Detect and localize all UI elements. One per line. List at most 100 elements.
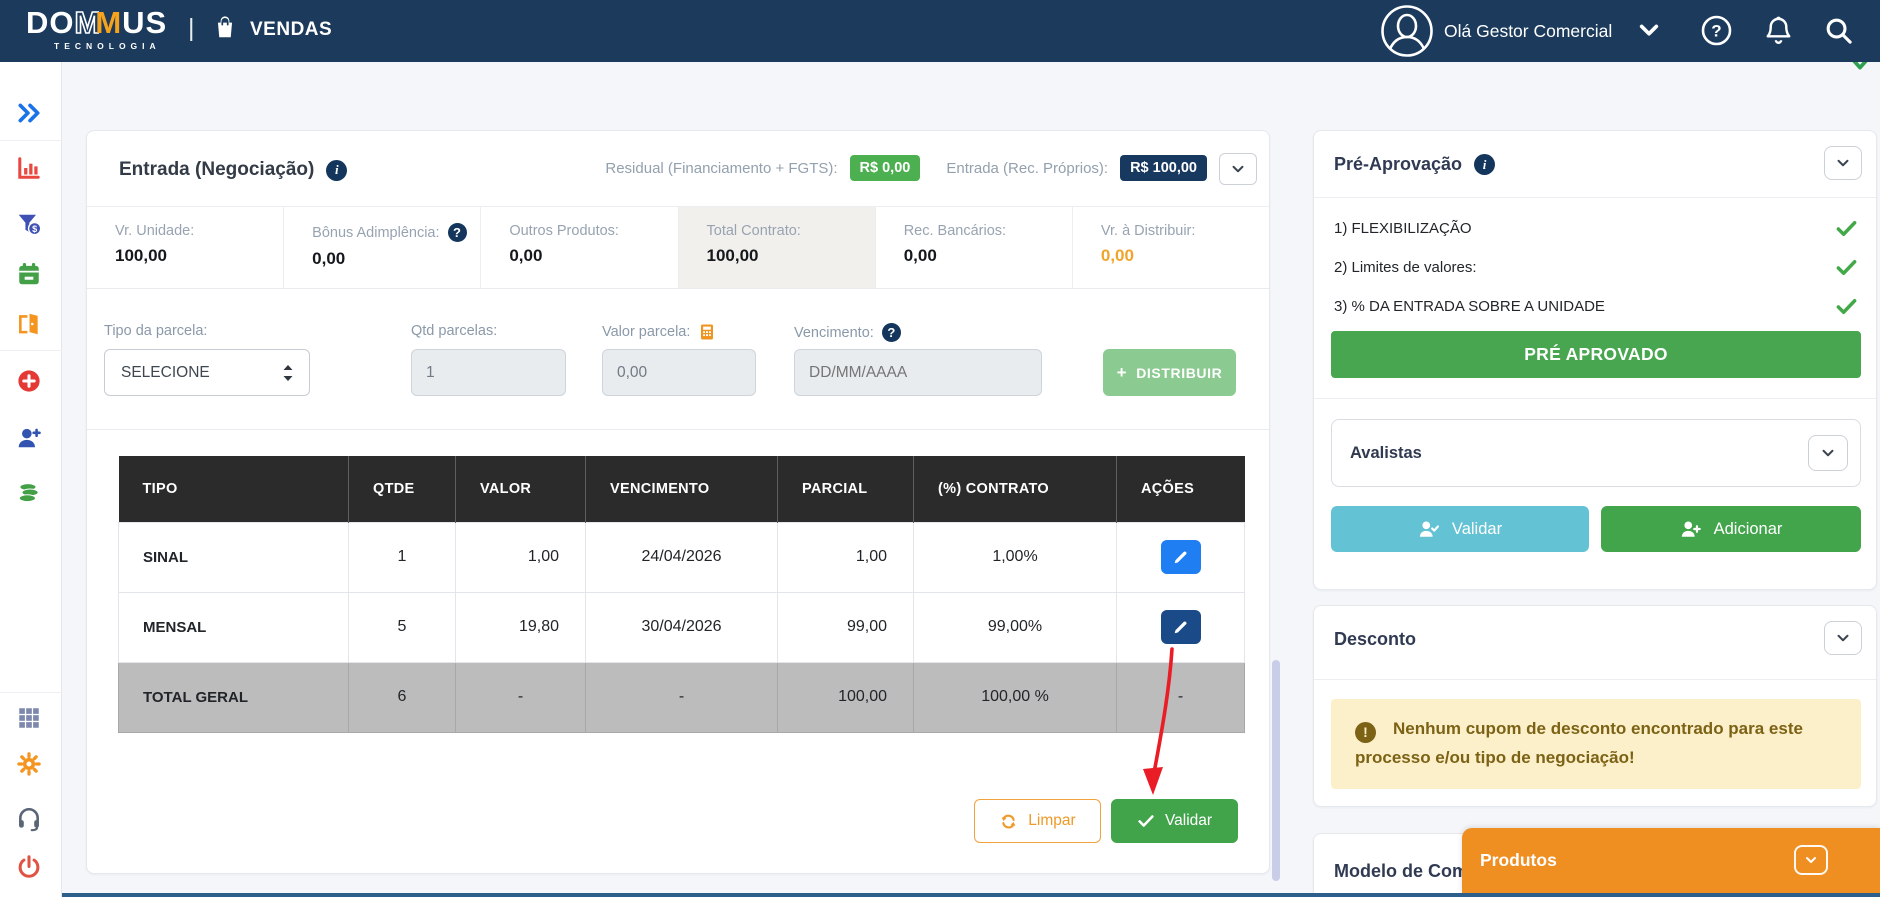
- power-icon[interactable]: [15, 853, 42, 880]
- divider: [1314, 679, 1876, 680]
- avalistas-box: Avalistas: [1331, 419, 1861, 487]
- stat-vr-unidade: Vr. Unidade: 100,00: [87, 207, 284, 288]
- residual-label: Residual (Financiamento + FGTS):: [605, 160, 837, 177]
- tipo-parcela-label: Tipo da parcela:: [104, 323, 207, 339]
- sidebar-divider: [0, 692, 62, 693]
- module-label: VENDAS: [250, 19, 332, 41]
- chevron-down-icon: [1803, 852, 1819, 868]
- select-arrows-icon: [281, 364, 295, 382]
- person-check-icon: [1418, 518, 1440, 540]
- valor-parcela-input[interactable]: [602, 349, 756, 396]
- info-icon[interactable]: i: [1474, 154, 1495, 175]
- qtd-parcelas-input[interactable]: [411, 349, 566, 396]
- desconto-title: Desconto: [1334, 629, 1416, 650]
- modelo-comissao-title: Modelo de Comis: [1334, 861, 1483, 882]
- chevron-down-icon[interactable]: [1638, 22, 1660, 45]
- vencimento-label: Vencimento: ?: [794, 323, 901, 342]
- entrada-badges: Residual (Financiamento + FGTS): R$ 0,00…: [605, 155, 1207, 181]
- vencimento-input[interactable]: [794, 349, 1042, 396]
- warning-icon: !: [1355, 722, 1376, 743]
- col-valor: VALOR: [456, 456, 586, 522]
- checkmark-icon: [1835, 217, 1858, 240]
- entrada-collapse-button[interactable]: [1219, 153, 1257, 185]
- help-icon[interactable]: ?: [1701, 15, 1732, 51]
- search-icon[interactable]: [1823, 15, 1854, 51]
- door-exit-icon[interactable]: [15, 310, 42, 337]
- funnel-money-icon[interactable]: $: [15, 210, 42, 237]
- help-circle-icon[interactable]: ?: [882, 323, 901, 342]
- edit-sinal-button[interactable]: [1161, 540, 1201, 574]
- stat-rec-bancarios: Rec. Bancários: 0,00: [876, 207, 1073, 288]
- bar-chart-icon[interactable]: [15, 154, 42, 181]
- stat-vr-a-distribuir: Vr. à Distribuir: 0,00: [1073, 207, 1269, 288]
- checkmark-icon: [1835, 295, 1858, 318]
- desconto-collapse-button[interactable]: [1824, 621, 1862, 655]
- desconto-warning-alert: !Nenhum cupom de desconto encontrado par…: [1331, 699, 1861, 789]
- produtos-collapse-button[interactable]: [1794, 845, 1828, 875]
- logo-text: DOMMUS: [26, 5, 167, 40]
- rec-proprios-label: Entrada (Rec. Próprios):: [946, 160, 1108, 177]
- table-row-mensal: MENSAL 5 19,80 30/04/2026 99,00 99,00%: [119, 592, 1245, 662]
- edit-mensal-button[interactable]: [1161, 610, 1201, 644]
- divider: [1314, 398, 1876, 399]
- calculator-icon[interactable]: [698, 323, 716, 341]
- rec-proprios-value-badge: R$ 100,00: [1120, 155, 1207, 181]
- sidebar-divider: [0, 140, 62, 141]
- stat-outros-produtos: Outros Produtos: 0,00: [481, 207, 678, 288]
- validar-parcelas-button[interactable]: Validar: [1111, 799, 1238, 843]
- qtd-parcelas-label: Qtd parcelas:: [411, 323, 497, 339]
- help-circle-icon[interactable]: ?: [448, 223, 467, 242]
- person-plus-icon[interactable]: [15, 424, 42, 451]
- user-greeting[interactable]: Olá Gestor Comercial: [1444, 21, 1612, 42]
- logo-tagline: TECNOLOGIA: [26, 42, 167, 51]
- pencil-icon: [1172, 619, 1189, 636]
- entrada-header: Entrada (Negociação) i Residual (Financi…: [87, 131, 1269, 207]
- valor-parcela-label: Valor parcela:: [602, 323, 716, 341]
- tipo-parcela-select[interactable]: SELECIONE: [104, 349, 310, 396]
- plus-icon: +: [1117, 363, 1128, 383]
- gear-icon[interactable]: [15, 750, 42, 777]
- table-row-total-geral: TOTAL GERAL 6 - - 100,00 100,00 % -: [119, 662, 1245, 732]
- produtos-title: Produtos: [1480, 850, 1557, 871]
- headset-icon[interactable]: [15, 805, 42, 832]
- dommus-logo[interactable]: DOMMUS TECNOLOGIA: [26, 7, 167, 51]
- sidebar-divider: [0, 350, 62, 351]
- checkmark-icon: [1835, 256, 1858, 279]
- entrada-negociacao-card: Entrada (Negociação) i Residual (Financi…: [86, 130, 1270, 874]
- desconto-header: Desconto: [1314, 606, 1876, 672]
- svg-text:?: ?: [1711, 22, 1721, 41]
- table-header-row: TIPO QTDE VALOR VENCIMENTO PARCIAL (%) C…: [119, 456, 1245, 522]
- col-tipo: TIPO: [119, 456, 349, 522]
- person-plus-icon: [1680, 518, 1702, 540]
- avalistas-adicionar-button[interactable]: Adicionar: [1601, 506, 1861, 552]
- pre-aprovacao-collapse-button[interactable]: [1824, 146, 1862, 180]
- check-item-limites: 2) Limites de valores:: [1334, 248, 1858, 287]
- pre-aprovado-status-button[interactable]: PRÉ APROVADO: [1331, 331, 1861, 378]
- col-contrato: (%) CONTRATO: [914, 456, 1117, 522]
- desconto-card: Desconto !Nenhum cupom de desconto encon…: [1313, 605, 1877, 807]
- top-navbar: DOMMUS TECNOLOGIA | VENDAS Olá Gestor Co…: [0, 0, 1880, 62]
- module-vendas[interactable]: VENDAS: [212, 14, 332, 45]
- avalistas-collapse-button[interactable]: [1808, 435, 1848, 471]
- table-row-sinal: SINAL 1 1,00 24/04/2026 1,00 1,00%: [119, 522, 1245, 592]
- calendar-minus-icon[interactable]: [15, 260, 42, 287]
- avatar[interactable]: [1380, 4, 1434, 63]
- distribuir-button[interactable]: + DISTRIBUIR: [1103, 349, 1236, 396]
- produtos-bar[interactable]: Produtos: [1462, 828, 1880, 893]
- coins-icon[interactable]: [15, 479, 42, 506]
- bell-icon[interactable]: [1763, 15, 1794, 51]
- scrollbar-thumb[interactable]: [1272, 660, 1280, 881]
- apps-grid-icon[interactable]: [15, 704, 42, 731]
- avalistas-validar-button[interactable]: Validar: [1331, 506, 1589, 552]
- check-icon: [1137, 812, 1155, 830]
- info-icon[interactable]: i: [326, 160, 347, 181]
- stat-total-contrato: Total Contrato: 100,00: [679, 207, 876, 288]
- parcelas-table: TIPO QTDE VALOR VENCIMENTO PARCIAL (%) C…: [118, 456, 1244, 733]
- pre-aprovacao-title: Pré-Aprovação i: [1334, 154, 1495, 175]
- limpar-button[interactable]: Limpar: [974, 799, 1101, 843]
- col-acoes: AÇÕES: [1117, 456, 1245, 522]
- shopping-bag-icon: [212, 14, 238, 45]
- plus-circle-icon[interactable]: [15, 367, 42, 394]
- sidebar: $: [0, 62, 62, 897]
- expand-sidebar-double-chevron-icon[interactable]: [15, 99, 42, 126]
